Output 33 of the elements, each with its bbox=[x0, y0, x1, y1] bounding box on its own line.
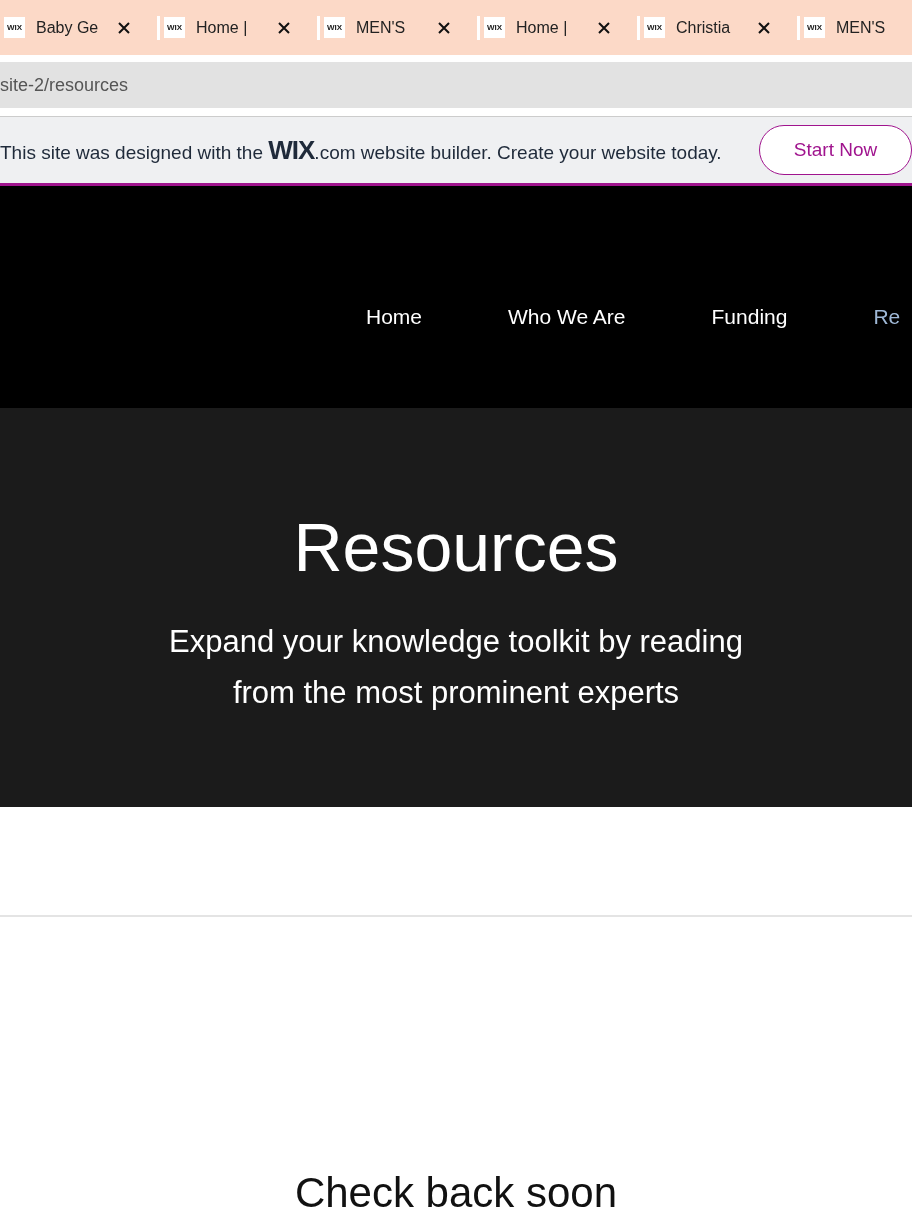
address-bar[interactable]: site-2/resources bbox=[0, 62, 912, 108]
start-now-button[interactable]: Start Now bbox=[759, 125, 912, 175]
site-favicon: WIX bbox=[4, 17, 25, 38]
tab-title: MEN'S bbox=[836, 18, 887, 37]
tab-title: MEN'S bbox=[356, 18, 407, 37]
nav-link[interactable]: Re bbox=[873, 305, 901, 329]
tab-title: Home | bbox=[516, 18, 569, 37]
browser-tab[interactable]: WIX Home | bbox=[480, 17, 637, 38]
nav-link[interactable]: Funding bbox=[711, 305, 788, 329]
site-favicon: WIX bbox=[484, 17, 505, 38]
tab-title: Home | bbox=[196, 18, 249, 37]
close-icon[interactable] bbox=[118, 21, 130, 34]
close-icon[interactable] bbox=[598, 21, 610, 34]
hero-subtitle: Expand your knowledge toolkit by reading from the most prominent experts bbox=[168, 623, 744, 712]
browser-tab[interactable]: WIX Baby Ge bbox=[0, 17, 157, 38]
site-favicon: WIX bbox=[164, 17, 185, 38]
site-favicon: WIX bbox=[804, 17, 825, 38]
banner-text: This site was designed with the WIX.com website builder. Create your website today. bbox=[0, 134, 722, 166]
section-heading: Check back soon bbox=[293, 1169, 619, 1216]
browser-tab[interactable]: WIX MEN'S bbox=[800, 17, 912, 38]
browser-tab[interactable]: WIX Christia bbox=[640, 17, 797, 38]
tab-title: Baby Ge bbox=[36, 18, 100, 37]
tab-title: Christia bbox=[676, 18, 732, 37]
close-icon[interactable] bbox=[758, 21, 770, 34]
browser-tab[interactable]: WIX MEN'S bbox=[320, 17, 477, 38]
site-favicon: WIX bbox=[324, 17, 345, 38]
page-title: Resources bbox=[293, 508, 619, 586]
browser-tab[interactable]: WIX Home | bbox=[160, 17, 317, 38]
close-icon[interactable] bbox=[438, 21, 450, 34]
nav-link[interactable]: Who We Are bbox=[508, 305, 626, 329]
nav-link[interactable]: Home bbox=[366, 305, 423, 329]
site-favicon: WIX bbox=[644, 17, 665, 38]
close-icon[interactable] bbox=[278, 21, 290, 34]
